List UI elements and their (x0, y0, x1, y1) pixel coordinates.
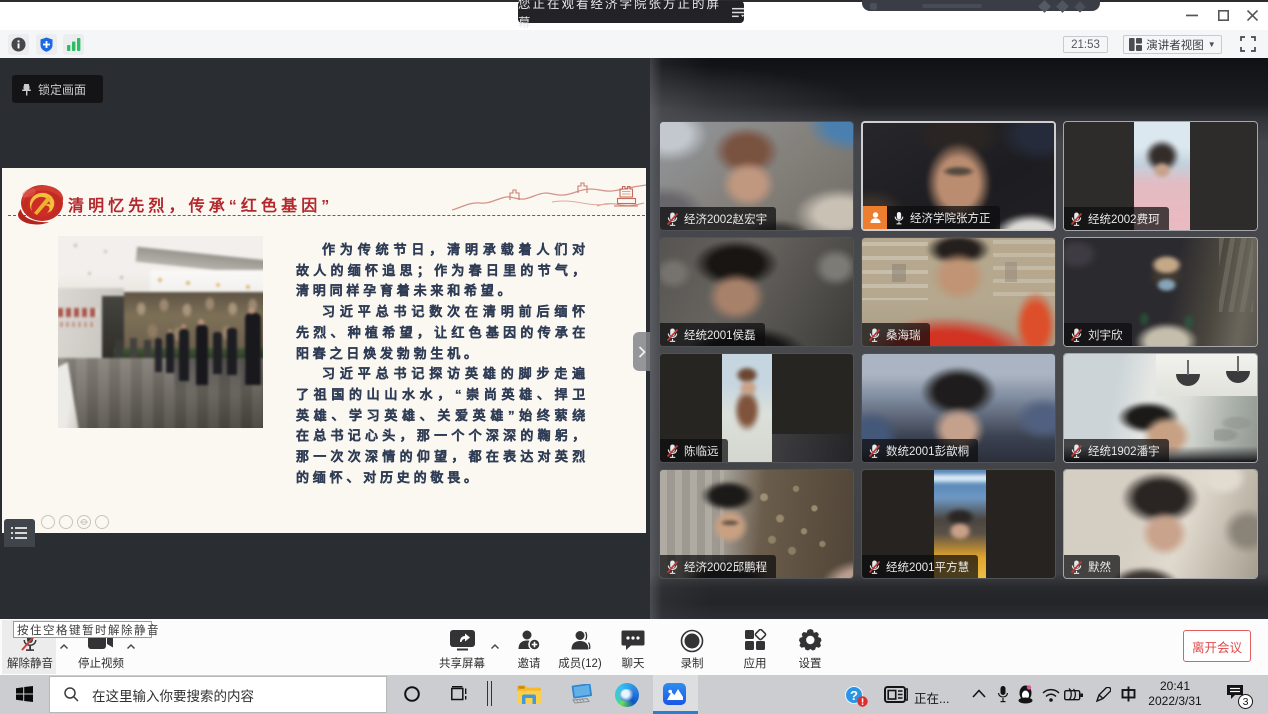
svg-text:?: ? (850, 688, 858, 703)
